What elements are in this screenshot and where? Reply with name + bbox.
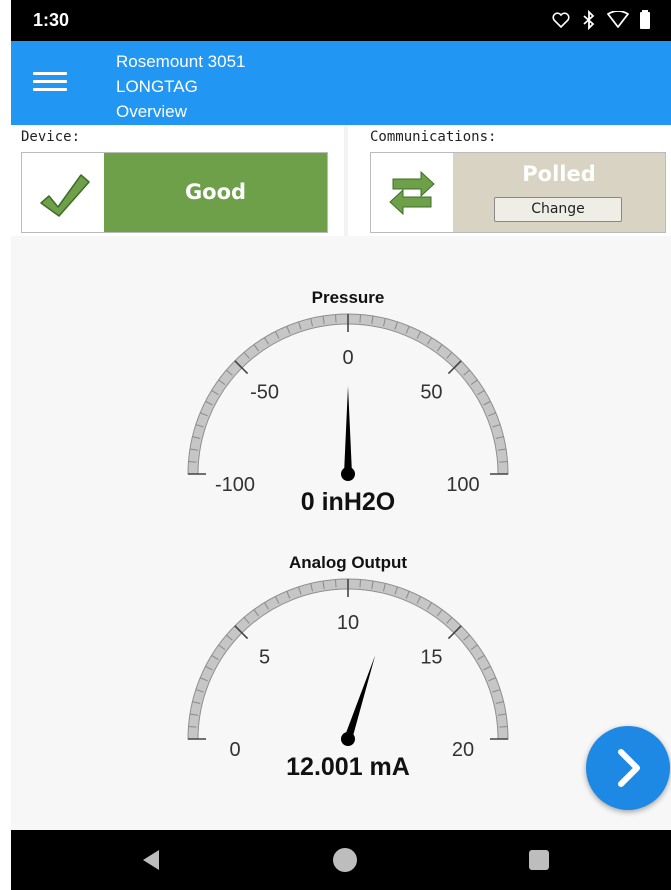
device-status-badge: Good — [104, 153, 327, 232]
back-icon[interactable] — [139, 848, 163, 872]
device-model-title: Rosemount 3051 — [116, 52, 246, 71]
tick-label: 100 — [446, 474, 479, 496]
checkmark-icon — [40, 174, 90, 217]
gauge-band — [187, 578, 509, 740]
hamburger-menu-icon[interactable] — [33, 67, 67, 97]
wifi-icon — [607, 11, 629, 28]
minor-tick — [188, 725, 197, 728]
next-button[interactable] — [586, 726, 670, 810]
home-icon[interactable] — [332, 847, 358, 873]
communications-label: Communications: — [370, 129, 497, 145]
gauge-title: Pressure — [312, 288, 385, 307]
nav-bar — [11, 830, 671, 890]
communications-status-badge: Polled — [522, 162, 596, 186]
heart-outline-icon — [552, 12, 570, 29]
gauge-readout: 12.001 mA — [286, 753, 410, 781]
minor-tick — [499, 725, 508, 728]
app-bar: Rosemount 3051 LONGTAG Overview — [11, 41, 671, 125]
bluetooth-icon — [583, 10, 595, 30]
gauges-canvas: Pressure-100-500501000 inH2OAnalog Outpu… — [187, 288, 509, 781]
tick-label: -50 — [250, 382, 279, 404]
device-icon-cell — [22, 153, 104, 232]
tick-label: 0 — [342, 347, 353, 369]
gauge-title: Analog Output — [289, 553, 407, 572]
device-panel: Device: Good — [11, 125, 344, 236]
tick-label: 50 — [420, 382, 442, 404]
gauge-needle — [344, 655, 376, 741]
recents-icon[interactable] — [528, 849, 550, 871]
page-title: Overview — [116, 102, 187, 121]
status-icons — [551, 10, 651, 30]
device-tag: LONGTAG — [116, 77, 198, 96]
tick-label: -100 — [215, 474, 255, 496]
tick-label: 0 — [229, 739, 240, 761]
needle-hub — [341, 732, 355, 746]
minor-tick — [359, 579, 362, 588]
minor-tick — [499, 460, 508, 463]
gauges-area: Pressure -100 -50 0 50 100 0 inH2O Analog Outpu… — [11, 236, 671, 830]
tick-label: 10 — [337, 612, 359, 634]
tick-label: 15 — [420, 647, 442, 669]
gauge-readout: 0 inH2O — [301, 488, 395, 516]
communications-status-cell: Polled Change — [453, 153, 665, 232]
minor-tick — [188, 460, 197, 463]
chevron-right-icon — [618, 749, 640, 787]
battery-icon — [640, 10, 650, 29]
communications-panel: Communications: Polled Change — [348, 125, 671, 236]
device-label: Device: — [21, 129, 81, 145]
app-bar-titles: Rosemount 3051 LONGTAG Overview — [116, 49, 245, 124]
needle-hub — [341, 467, 355, 481]
gauge-0: Pressure -100 -50 0 50 100 0 inH2O — [187, 288, 509, 516]
device-status-box: Good — [21, 152, 328, 233]
sync-arrows-icon — [389, 170, 435, 216]
communications-status-box: Polled Change — [370, 152, 666, 233]
communications-icon-cell — [371, 153, 453, 232]
gauge-1: Analog Output 0 5 10 15 20 12.001 mA — [187, 553, 509, 781]
app-screen: 1:30 Rosemount 3051 LONGTAG Overview Dev… — [11, 0, 671, 890]
tick-label: 20 — [452, 739, 474, 761]
status-bar: 1:30 — [11, 0, 671, 41]
change-button[interactable]: Change — [494, 197, 622, 222]
minor-tick — [334, 579, 337, 588]
status-time: 1:30 — [33, 10, 70, 30]
gauge-needle — [344, 386, 352, 474]
minor-tick — [359, 314, 362, 323]
tick-label: 5 — [259, 647, 270, 669]
minor-tick — [334, 314, 337, 323]
